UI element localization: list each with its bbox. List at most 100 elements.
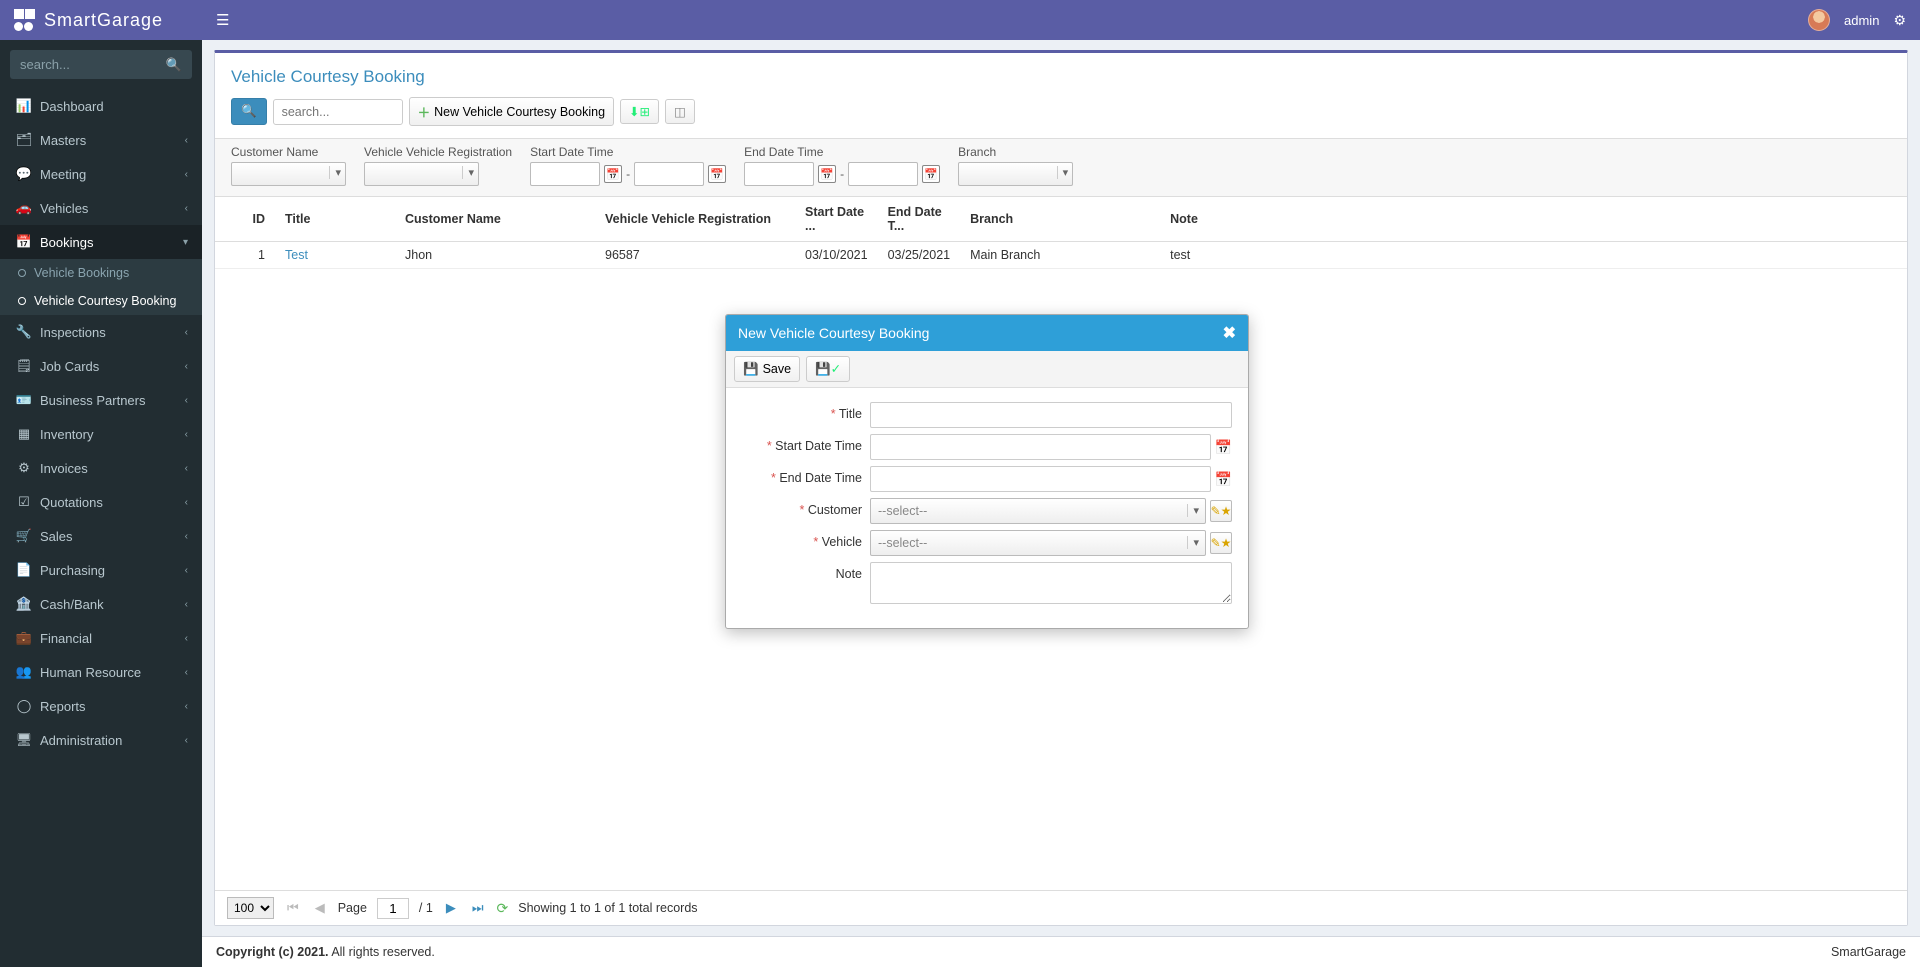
sidebar-item-purchasing[interactable]: 📄Purchasing‹	[0, 553, 202, 587]
settings-icon[interactable]: ⚙	[1893, 12, 1906, 29]
col-header[interactable]: Customer Name	[395, 197, 595, 242]
modal-close-button[interactable]: ✖	[1223, 323, 1236, 343]
sidebar-item-job-cards[interactable]: 🗒Job Cards‹	[0, 349, 202, 383]
new-booking-modal: New Vehicle Courtesy Booking ✖ 💾 Save 💾✓…	[725, 314, 1249, 629]
filter-start-from[interactable]	[530, 162, 600, 186]
sidebar-item-vehicles[interactable]: 🚗Vehicles‹	[0, 191, 202, 225]
sidebar-item-bookings[interactable]: 📅Bookings▾	[0, 225, 202, 259]
col-header[interactable]: Vehicle Vehicle Registration	[595, 197, 795, 242]
footer-rights: All rights reserved.	[329, 945, 435, 959]
sidebar-item-invoices[interactable]: ⚙Invoices‹	[0, 451, 202, 485]
menu-icon: ◯	[14, 698, 34, 714]
sidebar-item-cash-bank[interactable]: 🏦Cash/Bank‹	[0, 587, 202, 621]
page-input[interactable]	[377, 898, 409, 919]
add-customer-button[interactable]: ✎★	[1210, 500, 1232, 522]
row-title-link[interactable]: Test	[285, 248, 308, 262]
hamburger-icon[interactable]: ☰	[202, 11, 243, 29]
field-customer-select[interactable]: --select--	[870, 498, 1206, 524]
menu-icon: 💼	[14, 630, 34, 646]
footer-copyright: Copyright (c) 2021.	[216, 945, 329, 959]
sidebar-item-dashboard[interactable]: 📊Dashboard	[0, 89, 202, 123]
chevron-left-icon: ‹	[185, 599, 188, 610]
col-header[interactable]: Note	[1160, 197, 1907, 242]
prev-page-button[interactable]: ◀	[312, 900, 328, 916]
refresh-button[interactable]: ⟳	[497, 900, 509, 917]
export-excel-button[interactable]: ⬇⊞	[620, 99, 659, 124]
filter-customer-select[interactable]	[231, 162, 346, 186]
search-button[interactable]: 🔍	[231, 98, 267, 125]
sidebar-subitem[interactable]: Vehicle Bookings	[0, 259, 202, 287]
sidebar-item-quotations[interactable]: ☑Quotations‹	[0, 485, 202, 519]
field-vehicle-label: Vehicle	[742, 530, 870, 549]
col-header[interactable]: ID	[215, 197, 275, 242]
chevron-left-icon: ‹	[185, 633, 188, 644]
bullet-icon	[18, 297, 26, 305]
sidebar-item-human-resource[interactable]: 👥Human Resource‹	[0, 655, 202, 689]
add-vehicle-button[interactable]: ✎★	[1210, 532, 1232, 554]
sidebar-search-input[interactable]	[10, 50, 192, 79]
sidebar-subitem[interactable]: Vehicle Courtesy Booking	[0, 287, 202, 315]
field-title-label: Title	[742, 402, 870, 421]
sidebar-item-label: Business Partners	[40, 393, 146, 408]
username[interactable]: admin	[1844, 13, 1879, 28]
sidebar-item-label: Bookings	[40, 235, 93, 250]
calendar-icon[interactable]: 📅	[922, 165, 940, 183]
filter-end-from[interactable]	[744, 162, 814, 186]
menu-icon: ⚙	[14, 460, 34, 476]
field-note-input[interactable]	[870, 562, 1232, 604]
next-page-button[interactable]: ▶	[443, 900, 459, 916]
sidebar-item-business-partners[interactable]: 🪪Business Partners‹	[0, 383, 202, 417]
menu-icon: 🛒	[14, 528, 34, 544]
sidebar-item-financial[interactable]: 💼Financial‹	[0, 621, 202, 655]
last-page-button[interactable]: ⏭	[469, 900, 487, 916]
save-close-button[interactable]: 💾✓	[806, 356, 850, 382]
sidebar: 🔍 📊Dashboard🗂Masters‹💬Meeting‹🚗Vehicles‹…	[0, 40, 202, 967]
sidebar-item-inventory[interactable]: ▦Inventory‹	[0, 417, 202, 451]
toolbar-search-input[interactable]	[273, 99, 403, 125]
avatar[interactable]	[1808, 9, 1830, 31]
total-pages: / 1	[419, 901, 433, 915]
filter-branch-select[interactable]	[958, 162, 1073, 186]
filter-vehicle-select[interactable]	[364, 162, 479, 186]
chevron-left-icon: ‹	[185, 327, 188, 338]
new-record-button[interactable]: ＋New Vehicle Courtesy Booking	[409, 97, 614, 126]
col-header[interactable]: Title	[275, 197, 395, 242]
page-size-select[interactable]: 100	[227, 897, 274, 919]
table-row[interactable]: 1 Test Jhon 96587 03/10/2021 03/25/2021 …	[215, 242, 1907, 269]
menu-icon: 📄	[14, 562, 34, 578]
field-start-input[interactable]	[870, 434, 1211, 460]
logo[interactable]: SmartGarage	[0, 0, 202, 40]
calendar-icon[interactable]: 📅	[818, 165, 836, 183]
sidebar-item-administration[interactable]: 🖥Administration‹	[0, 723, 202, 757]
calendar-icon[interactable]: 📅	[708, 165, 726, 183]
calendar-icon[interactable]: 📅	[1215, 471, 1232, 488]
sidebar-item-inspections[interactable]: 🔧Inspections‹	[0, 315, 202, 349]
sidebar-item-sales[interactable]: 🛒Sales‹	[0, 519, 202, 553]
col-header[interactable]: End Date T...	[878, 197, 961, 242]
menu-icon: 🗒	[14, 358, 34, 374]
sidebar-item-reports[interactable]: ◯ Reports ‹	[0, 689, 202, 723]
columns-config-button[interactable]: ◫	[665, 99, 695, 124]
search-icon[interactable]: 🔍	[166, 57, 182, 73]
calendar-icon[interactable]: 📅	[1215, 439, 1232, 456]
chevron-down-icon: ▾	[183, 237, 188, 248]
filter-end-to[interactable]	[848, 162, 918, 186]
save-icon: 💾	[743, 362, 759, 377]
col-header[interactable]: Start Date ...	[795, 197, 878, 242]
field-title-input[interactable]	[870, 402, 1232, 428]
chevron-left-icon: ‹	[185, 701, 188, 712]
sidebar-item-masters[interactable]: 🗂Masters‹	[0, 123, 202, 157]
sidebar-item-meeting[interactable]: 💬Meeting‹	[0, 157, 202, 191]
filter-start-to[interactable]	[634, 162, 704, 186]
filter-customer-label: Customer Name	[231, 145, 346, 159]
calendar-icon[interactable]: 📅	[604, 165, 622, 183]
save-button[interactable]: 💾 Save	[734, 356, 800, 382]
first-page-button[interactable]: ⏮	[284, 900, 302, 916]
pager-summary: Showing 1 to 1 of 1 total records	[518, 901, 697, 915]
col-header[interactable]: Branch	[960, 197, 1160, 242]
main: Vehicle Courtesy Booking 🔍 ＋New Vehicle …	[202, 40, 1920, 967]
sidebar-item-label: Reports	[40, 699, 86, 714]
field-end-input[interactable]	[870, 466, 1211, 492]
field-vehicle-select[interactable]: --select--	[870, 530, 1206, 556]
chevron-left-icon: ‹	[185, 395, 188, 406]
